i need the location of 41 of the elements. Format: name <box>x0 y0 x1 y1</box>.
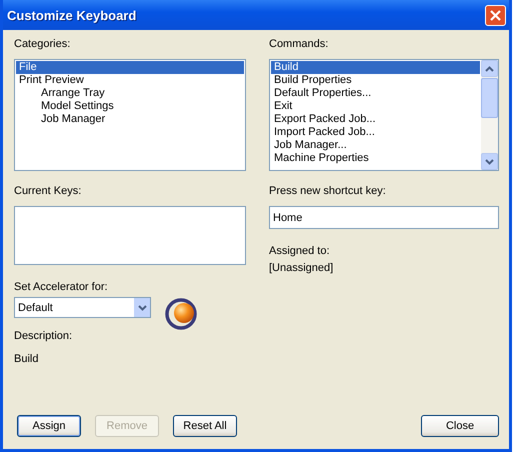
caret-down-icon <box>485 158 494 164</box>
command-item[interactable]: Import Packed Job... <box>271 126 480 139</box>
scroll-down-button[interactable] <box>481 153 498 170</box>
current-keys-list[interactable] <box>14 206 246 265</box>
category-item[interactable]: File <box>16 61 244 74</box>
category-item[interactable]: Job Manager <box>16 113 244 126</box>
close-icon <box>489 8 502 22</box>
description-text: Build <box>14 353 40 366</box>
command-list[interactable]: Build Build Properties Default Properties... Exit Export Packed Job... Import Packed Job... Job Manager... Machine Properties <box>269 59 499 171</box>
dropdown-value: Default <box>18 302 53 314</box>
category-item[interactable]: Arrange Tray <box>16 87 244 100</box>
category-item[interactable]: Print Preview <box>16 74 244 87</box>
command-item[interactable]: Export Packed Job... <box>271 113 480 126</box>
scroll-thumb[interactable] <box>481 78 498 118</box>
orb-logo-icon <box>165 298 197 330</box>
caret-up-icon <box>485 66 494 72</box>
close-button[interactable] <box>485 4 506 26</box>
dialog-button[interactable]: Reset All <box>173 415 237 437</box>
command-item[interactable]: Job Manager... <box>271 139 480 152</box>
scroll-up-button[interactable] <box>481 60 498 77</box>
field-label: Categories: <box>14 38 72 51</box>
field-label: Description: <box>14 330 74 343</box>
scrollbar[interactable] <box>481 60 498 170</box>
accelerator-dropdown[interactable]: Default <box>14 297 151 318</box>
field-label: Commands: <box>269 38 330 51</box>
shortcut-input[interactable]: Home <box>269 206 499 229</box>
field-label: Current Keys: <box>14 185 82 198</box>
dialog-button[interactable]: Assign <box>17 415 81 437</box>
window-title: Customize Keyboard <box>7 8 136 22</box>
command-item[interactable]: Default Properties... <box>271 87 480 100</box>
command-item[interactable]: Exit <box>271 100 480 113</box>
field-label: Set Accelerator for: <box>14 281 109 294</box>
category-item[interactable]: Model Settings <box>16 100 244 113</box>
command-item[interactable]: Machine Properties <box>271 152 480 165</box>
command-item[interactable]: Build <box>271 61 480 74</box>
command-item[interactable]: Build Properties <box>271 74 480 87</box>
category-list[interactable]: File Print Preview Arrange Tray Model Settings Job Manager <box>14 59 246 171</box>
dialog-button[interactable]: Close <box>421 415 499 437</box>
field-label: Assigned to: <box>269 245 331 258</box>
field-label: Press new shortcut key: <box>269 185 387 198</box>
assigned-value: [Unassigned] <box>269 262 334 275</box>
